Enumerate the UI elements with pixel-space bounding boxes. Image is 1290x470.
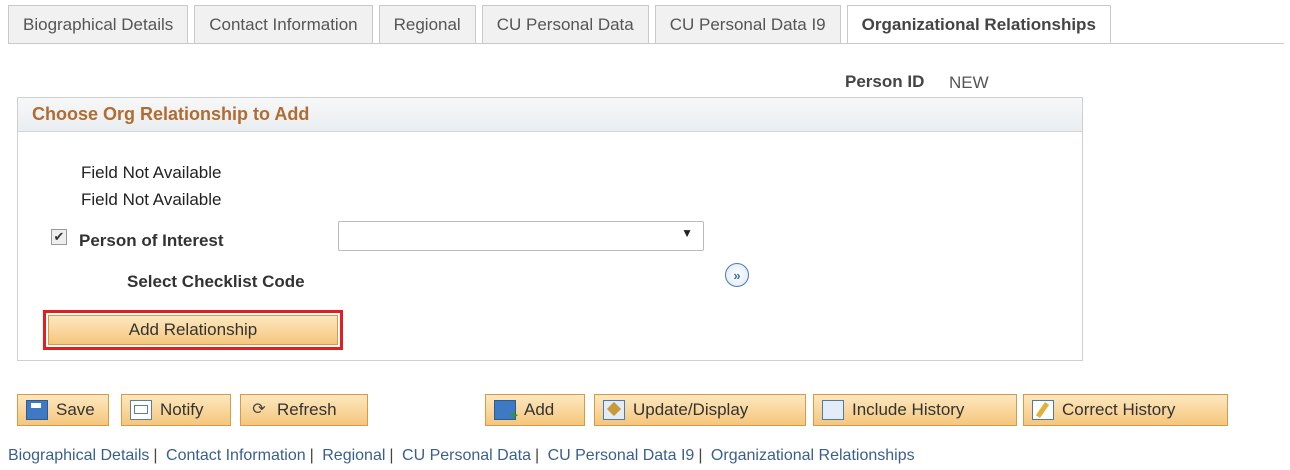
org-relationship-groupbox: Choose Org Relationship to Add Field Not… [17, 97, 1083, 361]
link-biographical-details[interactable]: Biographical Details [8, 447, 149, 464]
tab-label: Regional [393, 14, 461, 34]
link-contact-information[interactable]: Contact Information [166, 447, 306, 464]
include-history-icon [822, 400, 844, 420]
field-not-available-2: Field Not Available [81, 190, 222, 209]
link-cu-personal-data-i9[interactable]: CU Personal Data I9 [548, 447, 695, 464]
refresh-label: Refresh [277, 400, 337, 419]
separator: | [698, 447, 703, 464]
refresh-icon: ⟳ [252, 401, 266, 418]
add-button[interactable]: Add [485, 394, 585, 426]
tab-label: Biographical Details [23, 14, 174, 34]
save-label: Save [56, 400, 95, 419]
person-id-value: NEW [949, 73, 989, 92]
notify-icon [130, 400, 152, 420]
separator: | [389, 447, 394, 464]
tab-cu-personal-data[interactable]: CU Personal Data [481, 5, 649, 43]
page-tabs: Biographical Details Contact Information… [8, 5, 1117, 45]
notify-label: Notify [160, 400, 204, 419]
notify-button[interactable]: Notify [121, 394, 231, 426]
field-not-available-1: Field Not Available [81, 163, 222, 182]
separator: | [534, 447, 540, 464]
tab-divider [8, 43, 1284, 44]
correct-history-label: Correct History [1062, 400, 1176, 419]
tab-organizational-relationships[interactable]: Organizational Relationships [846, 5, 1111, 43]
tab-label: Organizational Relationships [861, 14, 1096, 34]
tab-label: Contact Information [209, 14, 358, 34]
link-regional[interactable]: Regional [322, 447, 385, 464]
checkmark-icon: ✔ [53, 229, 65, 244]
separator: | [153, 447, 158, 464]
refresh-button[interactable]: ⟳ Refresh [240, 394, 368, 426]
add-icon [494, 400, 518, 423]
groupbox-title: Choose Org Relationship to Add [18, 98, 1082, 132]
add-label: Add [524, 400, 555, 419]
checklist-forward-icon[interactable]: » [725, 263, 749, 287]
tab-regional[interactable]: Regional [378, 5, 476, 43]
bottom-nav-links: Biographical Details | Contact Informatio… [8, 447, 915, 465]
select-checklist-code-label: Select Checklist Code [127, 272, 305, 291]
person-of-interest-checkbox[interactable]: ✔ [51, 229, 67, 245]
person-of-interest-label: Person of Interest [79, 231, 224, 250]
update-display-label: Update/Display [633, 400, 749, 419]
update-display-icon [603, 400, 625, 420]
update-display-button[interactable]: Update/Display [594, 394, 806, 426]
correct-history-button[interactable]: Correct History [1023, 394, 1228, 426]
correct-history-icon [1032, 400, 1054, 420]
tab-cu-personal-data-i9[interactable]: CU Personal Data I9 [654, 5, 841, 43]
save-button[interactable]: Save [17, 394, 109, 426]
tab-label: CU Personal Data [496, 14, 634, 34]
include-history-label: Include History [852, 400, 965, 419]
include-history-button[interactable]: Include History [813, 394, 1017, 426]
dropdown-arrow-icon: ▼ [681, 226, 693, 240]
add-relationship-button[interactable]: Add Relationship [48, 315, 338, 345]
link-organizational-relationships[interactable]: Organizational Relationships [711, 447, 915, 464]
tab-label: CU Personal Data I9 [669, 14, 826, 34]
separator: | [309, 447, 314, 464]
link-cu-personal-data[interactable]: CU Personal Data [402, 447, 531, 464]
person-id-label: Person ID [845, 72, 925, 91]
tab-biographical-details[interactable]: Biographical Details [8, 5, 189, 43]
save-icon [26, 400, 48, 420]
highlight-box: Add Relationship [43, 310, 343, 350]
person-of-interest-select[interactable]: ▼ [338, 221, 704, 251]
tab-contact-information[interactable]: Contact Information [194, 5, 373, 43]
